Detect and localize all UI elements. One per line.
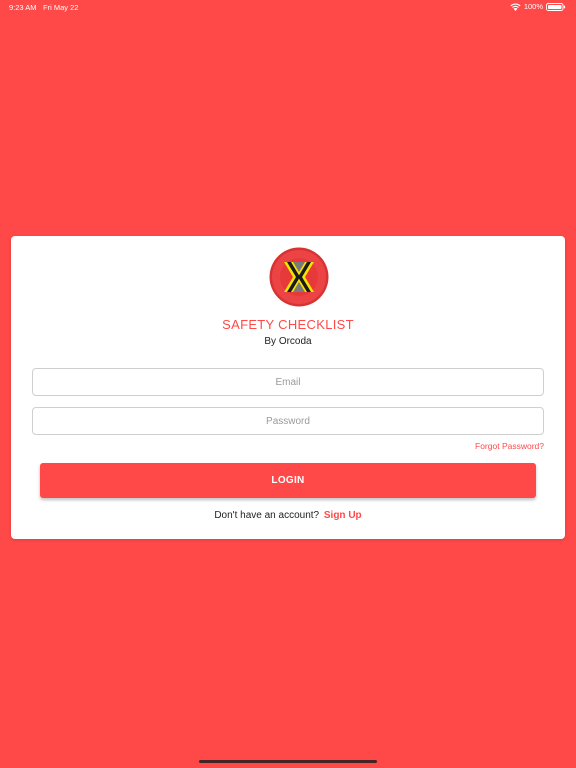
battery-percent: 100%: [523, 2, 543, 11]
login-button[interactable]: LOGIN: [40, 463, 536, 498]
status-bar: 9:23 AM Fri May 22 100%: [0, 0, 576, 14]
password-field[interactable]: [32, 407, 544, 435]
email-field[interactable]: [32, 368, 544, 396]
home-indicator[interactable]: [199, 760, 377, 763]
status-indicators: 100%: [510, 2, 566, 11]
signup-prompt: Don't have an account?: [214, 510, 320, 521]
signup-row: Don't have an account? Sign Up: [11, 510, 565, 521]
status-date: Fri May 22: [43, 3, 79, 12]
app-title: SAFETY CHECKLIST: [222, 317, 354, 332]
battery-icon: [546, 2, 566, 11]
forgot-password-link[interactable]: Forgot Password?: [475, 441, 544, 451]
signup-link[interactable]: Sign Up: [324, 510, 362, 521]
safety-checklist-logo-icon: [269, 247, 329, 307]
login-card: SAFETY CHECKLIST By Orcoda Forgot Passwo…: [11, 236, 565, 539]
status-time: 9:23 AM: [9, 3, 37, 12]
app-subtitle: By Orcoda: [264, 336, 312, 347]
wifi-icon: [510, 3, 521, 11]
